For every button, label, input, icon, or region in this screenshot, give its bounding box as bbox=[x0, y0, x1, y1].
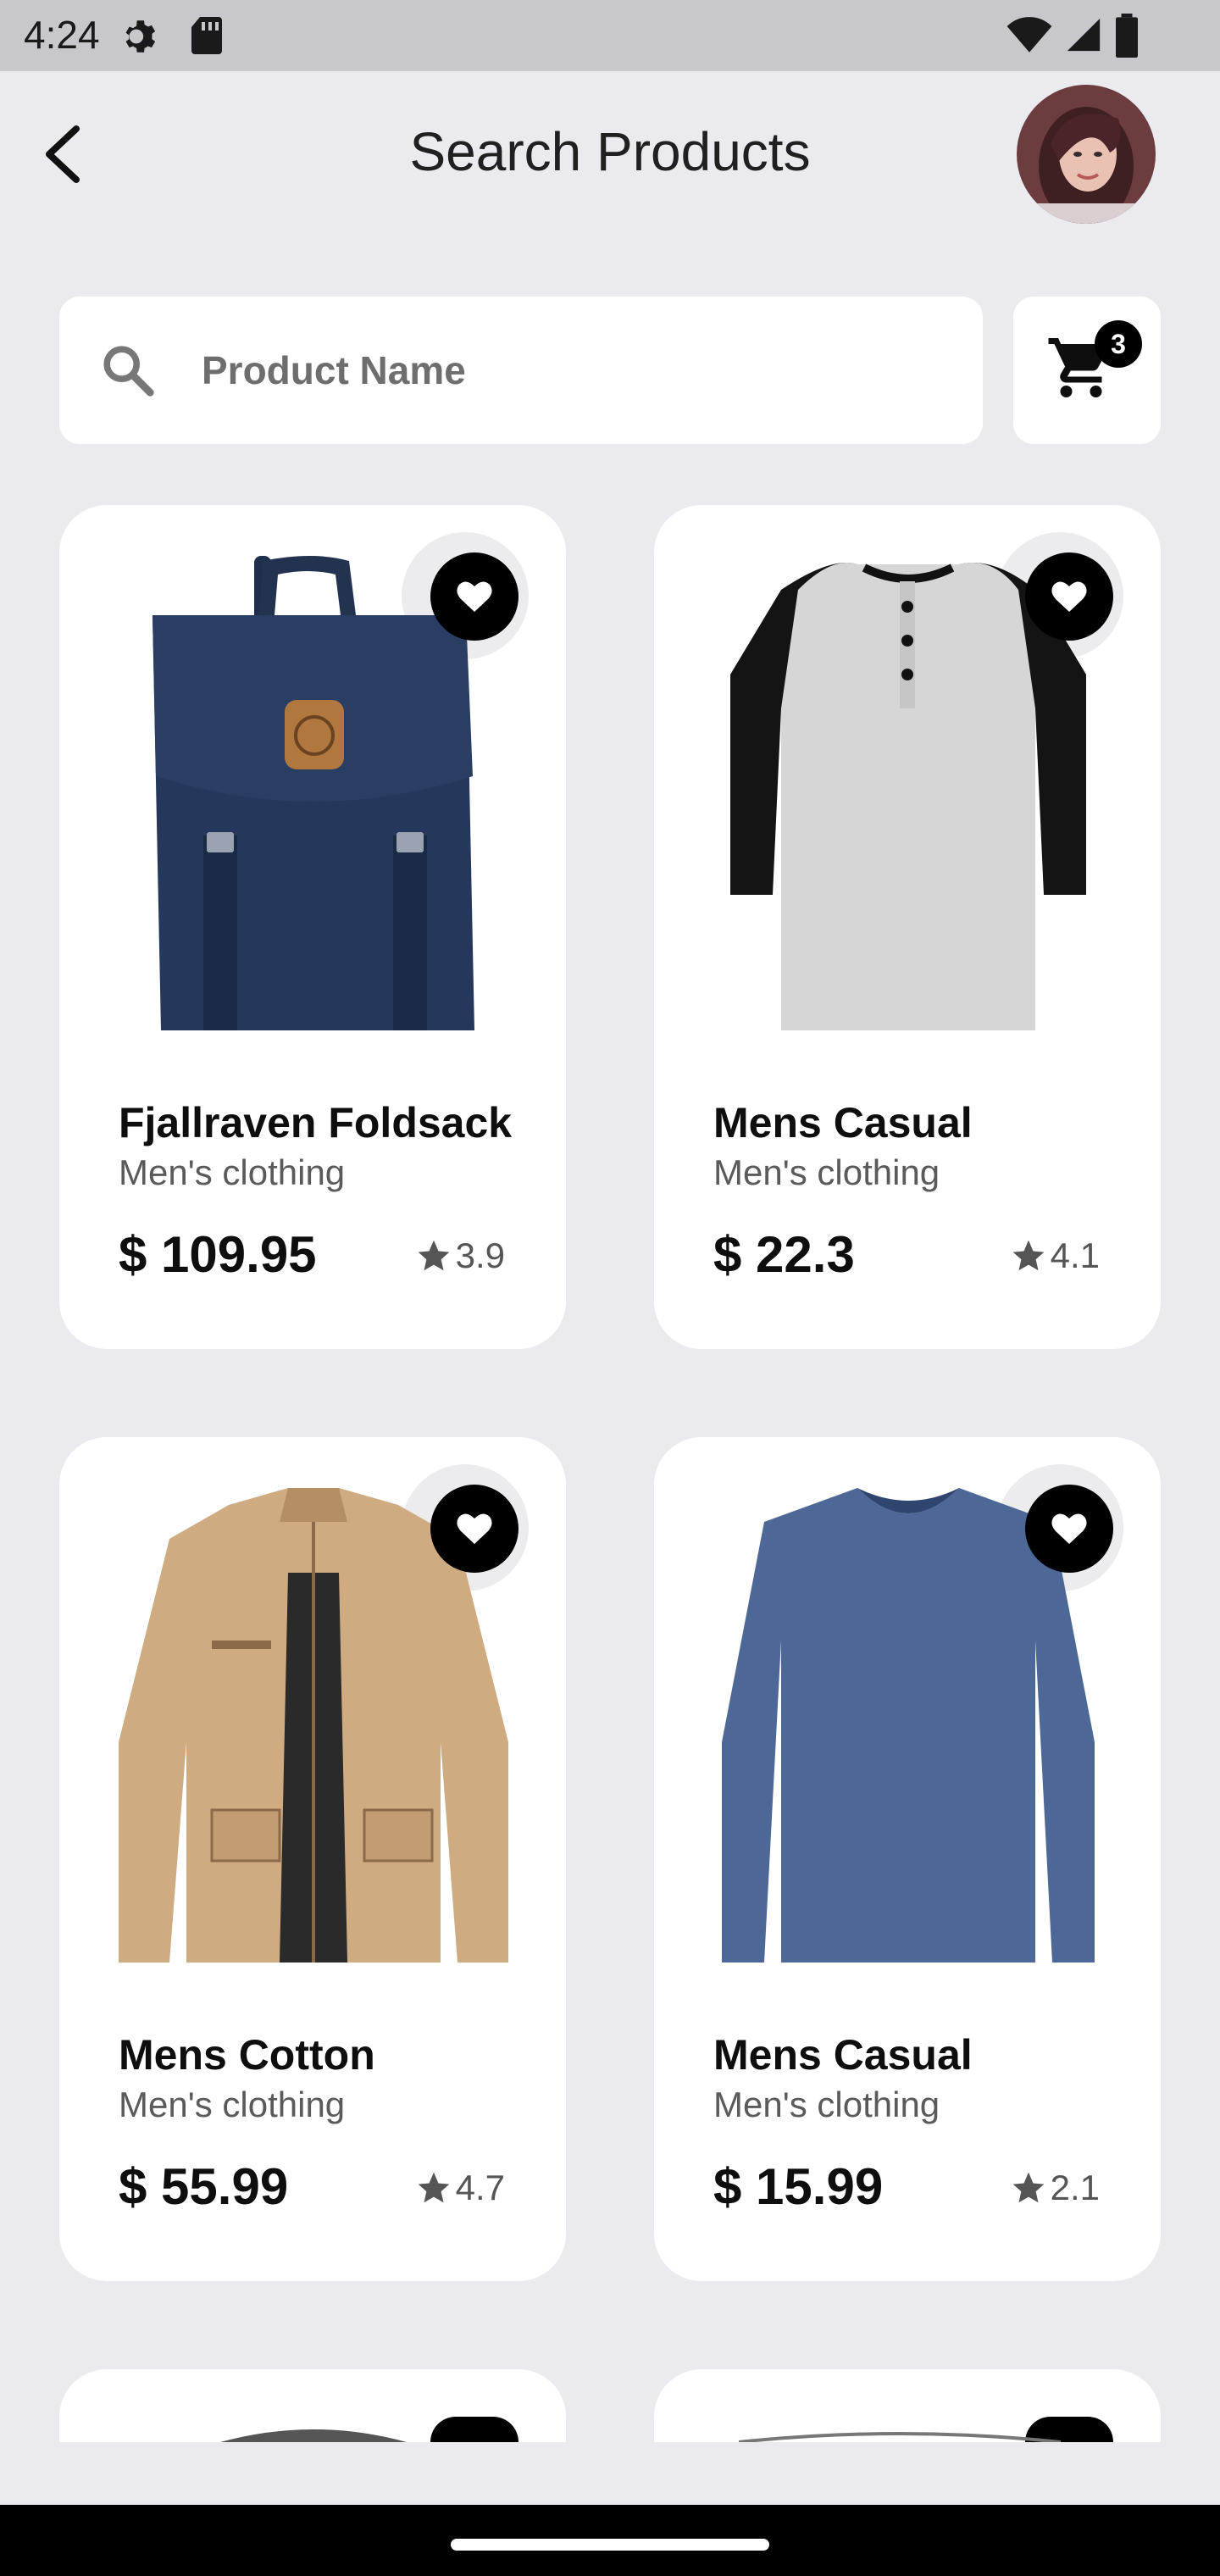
status-time: 4:24 bbox=[24, 13, 100, 57]
star-icon bbox=[418, 1240, 449, 1271]
product-category: Men's clothing bbox=[713, 2085, 940, 2124]
cart-count-badge: 3 bbox=[1095, 320, 1142, 368]
product-rating: 3.9 bbox=[415, 1235, 505, 1276]
product-category: Men's clothing bbox=[713, 1152, 940, 1192]
product-title: Mens Casual bbox=[713, 1099, 973, 1146]
product-price: $ 109.95 bbox=[119, 1226, 317, 1283]
sd-card-icon bbox=[191, 17, 222, 54]
product-title: Fjallraven Foldsack bbox=[119, 1099, 513, 1146]
rating-value: 2.1 bbox=[1050, 2168, 1100, 2207]
search-bar bbox=[59, 297, 983, 444]
signal-icon bbox=[1067, 18, 1101, 52]
product-rating: 4.7 bbox=[415, 2168, 505, 2208]
heart-icon bbox=[1051, 1513, 1087, 1544]
product-card[interactable]: Mens Casual Men's clothing $ 15.99 2.1 bbox=[654, 1437, 1161, 2281]
product-card[interactable]: Mens Cotton Men's clothing $ 55.99 4.7 bbox=[59, 1437, 566, 2281]
home-gesture-handle[interactable] bbox=[451, 2539, 769, 2551]
product-card-partial[interactable] bbox=[654, 2369, 1161, 2442]
product-category: Men's clothing bbox=[119, 2085, 346, 2124]
rating-value: 4.1 bbox=[1050, 1235, 1100, 1275]
product-card-partial[interactable] bbox=[59, 2369, 566, 2442]
heart-icon bbox=[457, 581, 492, 612]
battery-icon bbox=[1116, 14, 1138, 58]
search-input[interactable] bbox=[202, 334, 947, 407]
product-card[interactable]: Fjallraven Foldsack Men's clothing $ 109… bbox=[59, 505, 566, 1349]
rating-value: 4.7 bbox=[455, 2168, 505, 2207]
product-rating: 4.1 bbox=[1010, 1235, 1100, 1276]
product-category: Men's clothing bbox=[119, 1152, 346, 1192]
product-image-partial bbox=[220, 2429, 407, 2442]
star-icon bbox=[1012, 1240, 1044, 1271]
product-title: Mens Cotton bbox=[119, 2031, 375, 2079]
star-icon bbox=[418, 2172, 449, 2203]
favorite-button[interactable] bbox=[430, 2417, 518, 2442]
product-card[interactable]: Mens Casual Men's clothing $ 22.3 4.1 bbox=[654, 505, 1161, 1349]
rating-value: 3.9 bbox=[455, 1235, 505, 1275]
favorite-button[interactable] bbox=[430, 1485, 518, 1573]
wifi-icon bbox=[1006, 17, 1052, 53]
product-rating: 2.1 bbox=[1010, 2168, 1100, 2208]
status-bar: 4:24 bbox=[0, 0, 1220, 71]
product-price: $ 22.3 bbox=[713, 1226, 855, 1283]
heart-icon bbox=[1051, 581, 1087, 612]
heart-icon bbox=[457, 1513, 492, 1544]
product-title: Mens Casual bbox=[713, 2031, 973, 2079]
product-price: $ 55.99 bbox=[119, 2158, 289, 2215]
product-price: $ 15.99 bbox=[713, 2158, 884, 2215]
favorite-button[interactable] bbox=[1025, 1485, 1113, 1573]
search-icon bbox=[103, 346, 154, 397]
cart-button[interactable]: 3 bbox=[1013, 297, 1161, 444]
settings-icon bbox=[125, 20, 156, 53]
favorite-button[interactable] bbox=[430, 552, 518, 641]
product-image-partial bbox=[739, 2432, 1061, 2442]
favorite-button[interactable] bbox=[1025, 552, 1113, 641]
list-bottom-edge bbox=[0, 2442, 1220, 2505]
user-photo bbox=[1017, 85, 1156, 224]
star-icon bbox=[1012, 2172, 1044, 2203]
avatar[interactable] bbox=[1017, 85, 1156, 224]
